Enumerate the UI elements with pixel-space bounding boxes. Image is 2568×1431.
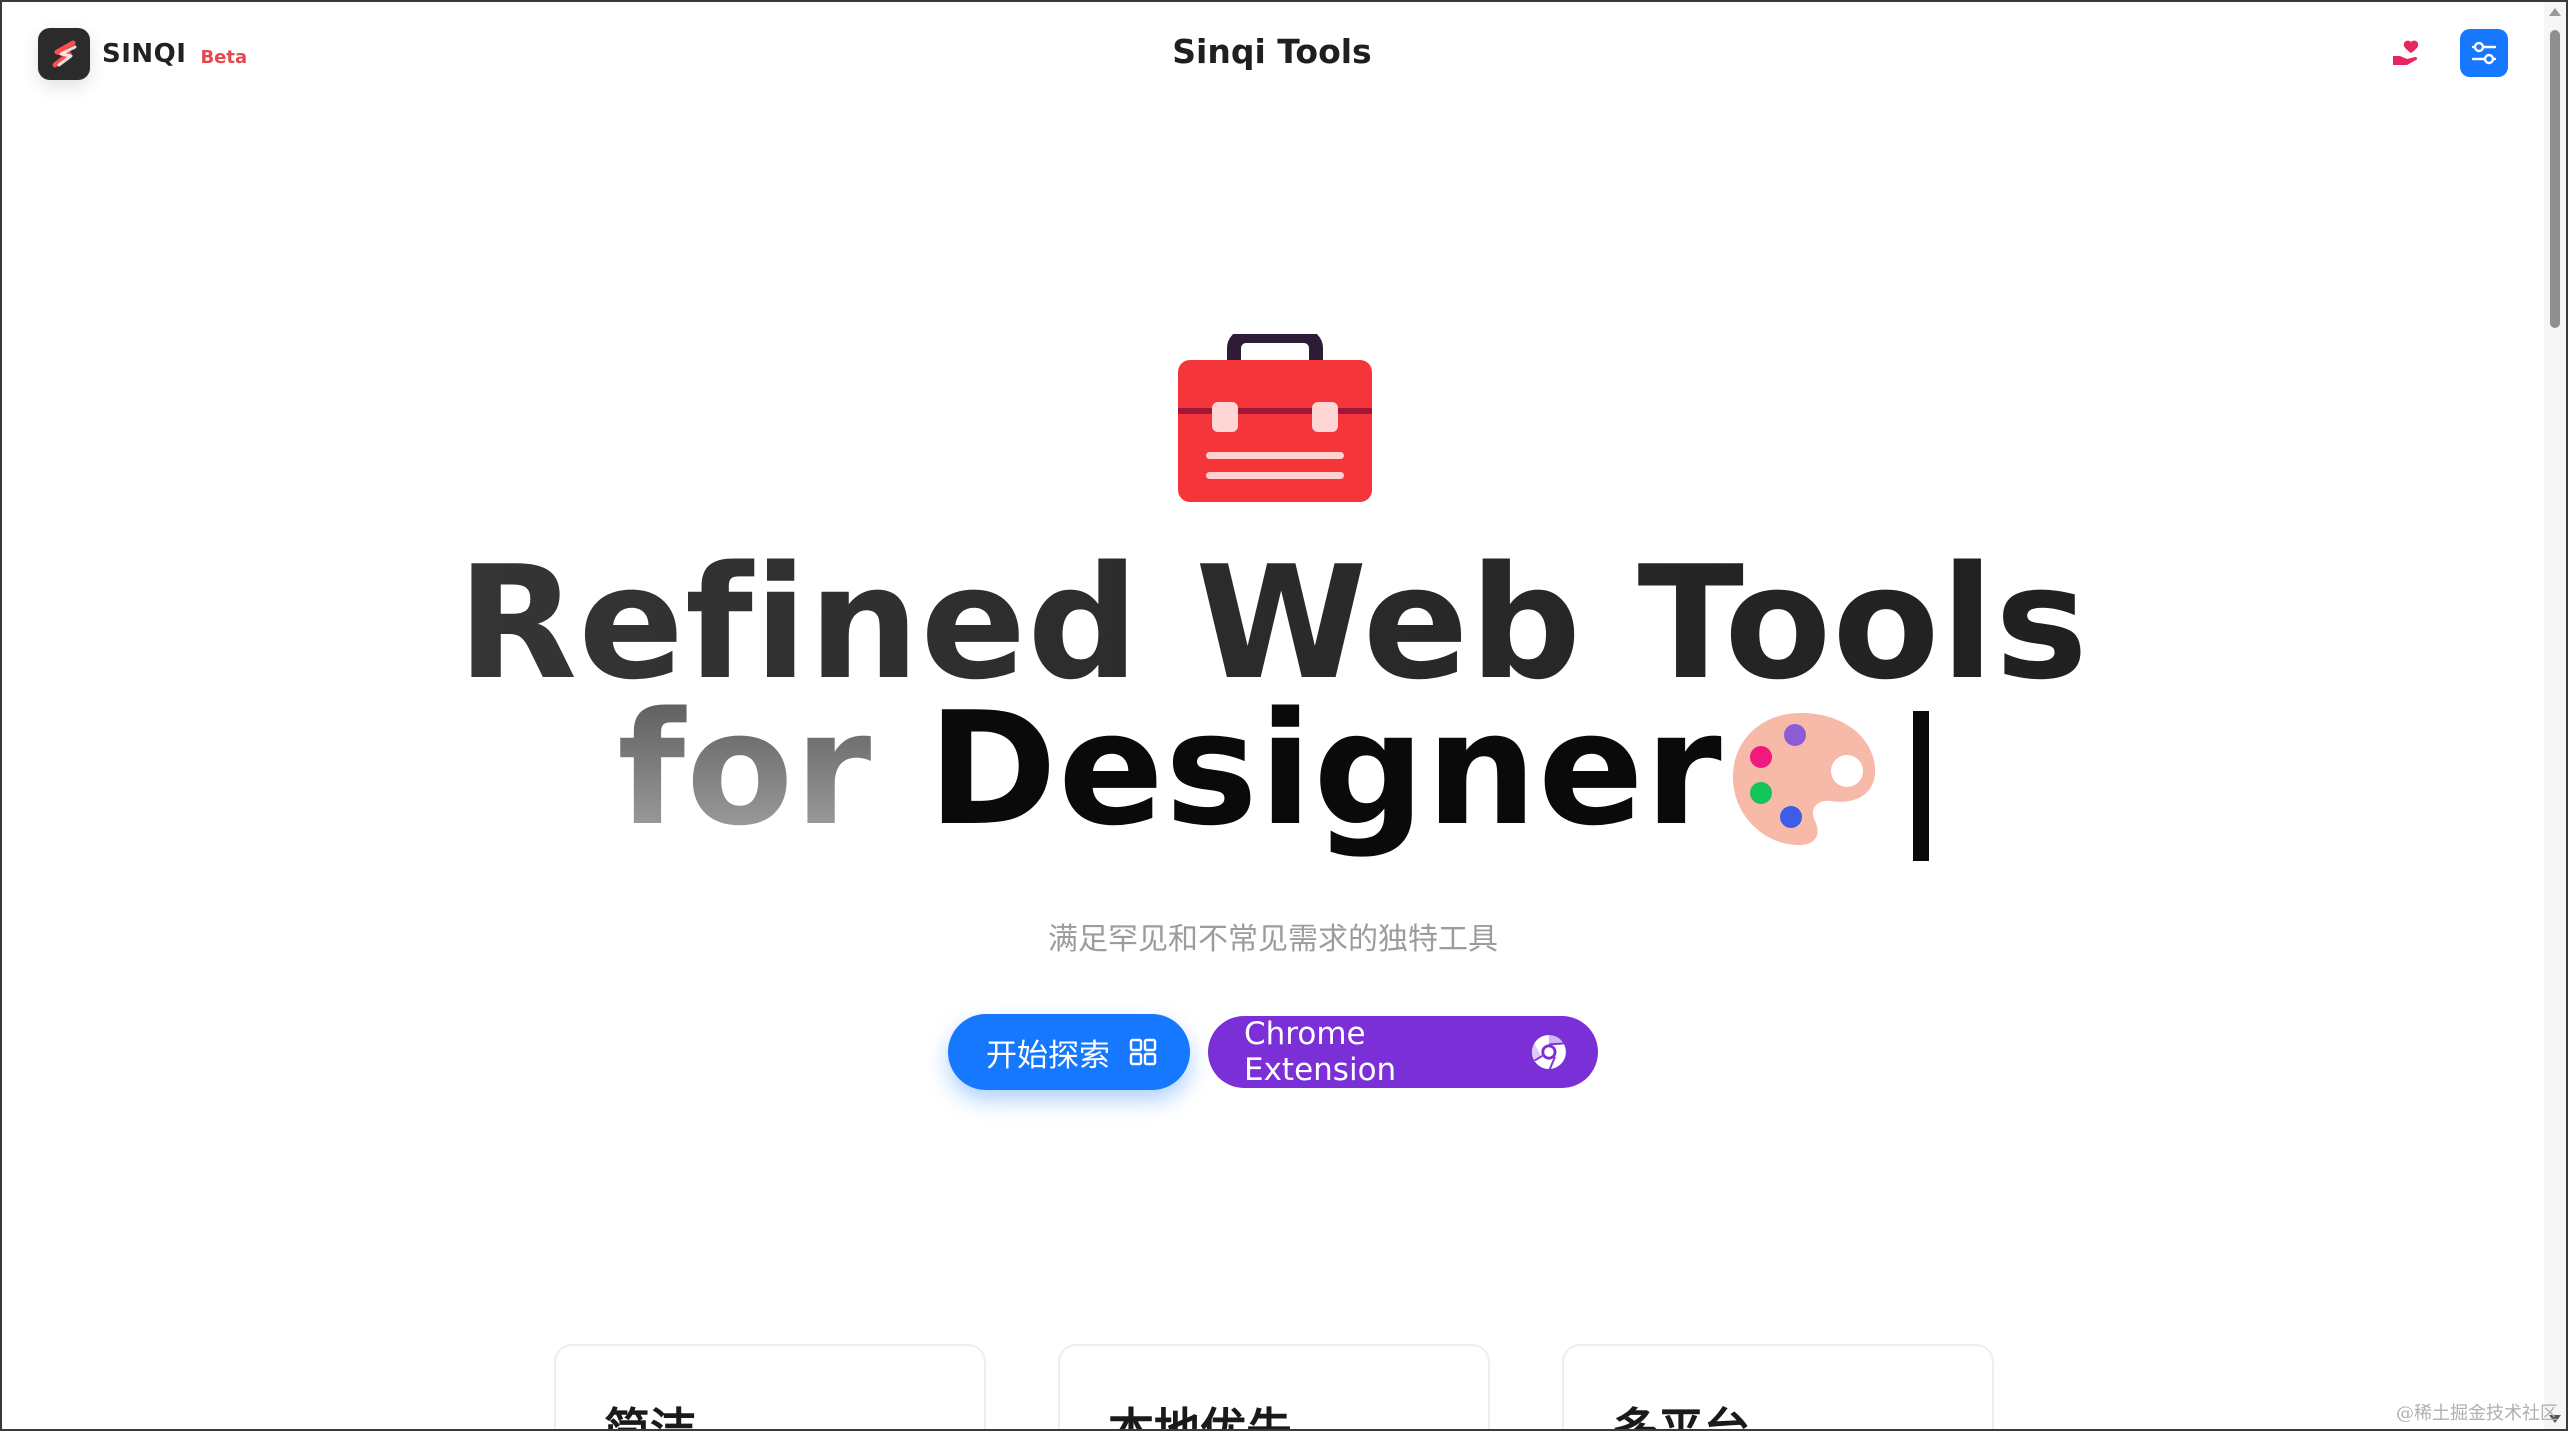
watermark: @稀土掘金技术社区	[2396, 1403, 2558, 1424]
hero-title: Refined Web Tools for Designer	[2, 545, 2544, 861]
heart-hand-icon	[2393, 40, 2419, 65]
toolbox-icon	[1178, 334, 1372, 502]
cta-buttons: 开始探索 Chrome Extension	[2, 1014, 2544, 1090]
hero-title-line-1: Refined Web Tools	[2, 545, 2544, 701]
start-explore-button[interactable]: 开始探索	[948, 1014, 1190, 1090]
settings-button[interactable]	[2460, 29, 2508, 77]
settings-sliders-icon	[2471, 41, 2497, 65]
chrome-extension-label: Chrome Extension	[1244, 1016, 1397, 1088]
grid-icon	[1129, 1038, 1157, 1066]
hero-subtitle: 满足罕见和不常见需求的独特工具	[1048, 922, 1498, 957]
feature-card-title: 本地优先	[1108, 1403, 1292, 1431]
browser-viewport: SINQI Beta Sinqi Tools Refined Web Tools…	[0, 0, 2568, 1431]
hero-title-prefix: for	[617, 678, 873, 860]
feature-card-title: 多平台	[1612, 1403, 1750, 1431]
feature-card-title: 简洁	[604, 1403, 696, 1431]
artist-palette-icon	[1732, 713, 1875, 845]
typing-caret	[1912, 711, 1929, 861]
feature-card: 简洁	[554, 1344, 986, 1431]
scroll-thumb[interactable]	[2550, 30, 2560, 328]
feature-card: 多平台	[1562, 1344, 1994, 1431]
chrome-icon	[1532, 1034, 1567, 1070]
donate-button[interactable]	[2386, 32, 2430, 76]
feature-card: 本地优先	[1058, 1344, 1490, 1431]
page-scrollbar[interactable]	[2544, 2, 2566, 1429]
hero-title-role: Designer	[927, 678, 1723, 860]
scroll-up-arrow-icon[interactable]	[2549, 8, 2561, 16]
start-explore-label: 开始探索	[986, 1037, 1110, 1074]
chrome-extension-button[interactable]: Chrome Extension	[1208, 1016, 1598, 1088]
site-title: Sinqi Tools	[1172, 32, 1372, 71]
top-bar: SINQI Beta Sinqi Tools	[2, 2, 2542, 106]
feature-cards: 简洁 本地优先 多平台	[554, 1344, 1994, 1431]
hero-title-line-2: for Designer	[2, 691, 2544, 861]
